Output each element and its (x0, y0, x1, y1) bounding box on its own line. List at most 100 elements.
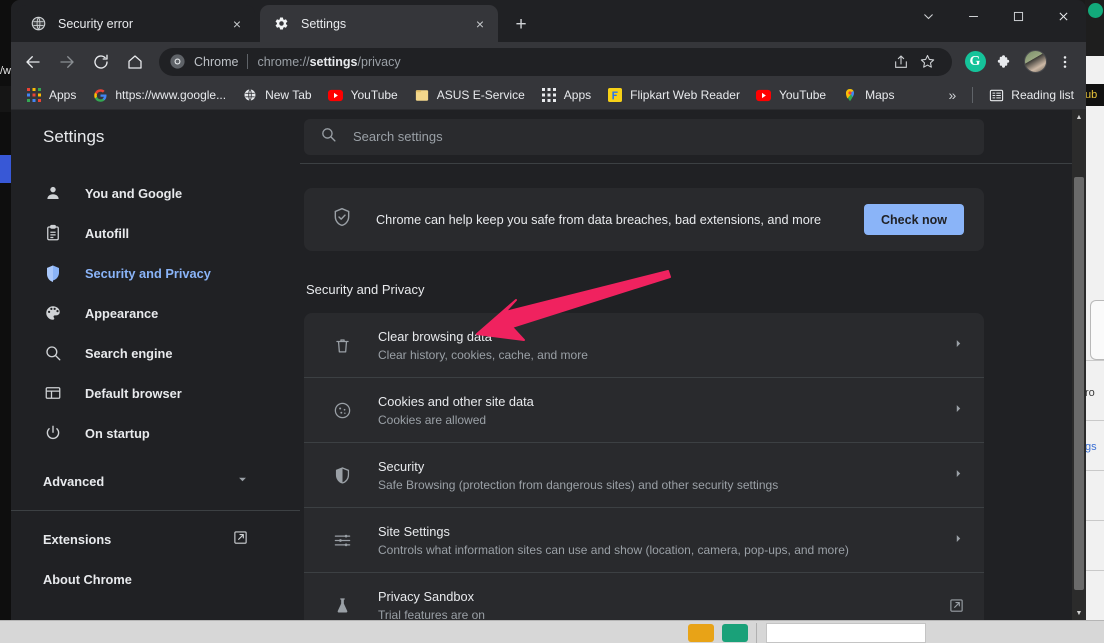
reload-icon[interactable] (85, 46, 117, 78)
sidebar-item-security-and-privacy[interactable]: Security and Privacy (11, 253, 300, 293)
bookmark-youtube-1[interactable]: YouTube (321, 84, 405, 107)
sidebar-item-label: On startup (85, 425, 150, 441)
row-title: Clear browsing data (378, 328, 492, 344)
bookmarks-overflow-button[interactable]: » (941, 87, 965, 103)
forward-arrow-icon[interactable] (51, 46, 83, 78)
chevron-down-icon (237, 474, 248, 488)
sidebar-item-autofill[interactable]: Autofill (11, 213, 300, 253)
scrollbar-thumb[interactable] (1074, 177, 1084, 590)
shield-check-icon (332, 207, 352, 232)
maximize-icon[interactable] (996, 0, 1041, 33)
share-icon[interactable] (888, 49, 914, 75)
sidebar-item-advanced[interactable]: Advanced (11, 461, 300, 501)
tab-security-error[interactable]: Security error × (17, 5, 255, 42)
sidebar-item-label: Extensions (43, 531, 112, 547)
tab-search-chevron-down-icon[interactable] (906, 0, 951, 33)
chrome-logo-icon (169, 53, 186, 70)
minimize-icon[interactable] (951, 0, 996, 33)
youtube-icon (756, 87, 772, 103)
taskbar-divider (756, 623, 757, 643)
grammarly-extension-icon[interactable]: G (960, 47, 990, 77)
settings-search-row: Search settings (300, 110, 1086, 164)
row-privacy-sandbox[interactable]: Privacy Sandbox Trial features are on (304, 573, 984, 620)
bookmark-youtube-2[interactable]: YouTube (749, 84, 833, 107)
home-icon[interactable] (119, 46, 151, 78)
chevron-right-icon[interactable] (953, 533, 964, 547)
chevron-right-icon[interactable] (953, 468, 964, 482)
sidebar-links: Extensions About Chrome (11, 511, 300, 599)
row-security[interactable]: Security Safe Browsing (protection from … (304, 443, 984, 508)
scroll-down-arrow[interactable]: ▼ (1072, 606, 1086, 620)
bookmark-label: Apps (49, 88, 77, 102)
sidebar-item-about-chrome[interactable]: About Chrome (11, 559, 300, 599)
tab-settings[interactable]: Settings × (260, 5, 498, 42)
address-bar[interactable]: Chrome chrome://settings/privacy (159, 47, 952, 76)
bookmark-flipkart-web-reader[interactable]: Flipkart Web Reader (600, 84, 747, 107)
window-controls (906, 0, 1086, 33)
bookmark-maps[interactable]: Maps (835, 84, 901, 107)
page-title: Settings (43, 127, 105, 146)
search-icon (43, 343, 63, 363)
sidebar-item-extensions[interactable]: Extensions (11, 519, 300, 559)
browser-toolbar: Chrome chrome://settings/privacy G (11, 42, 1086, 81)
omnibox-divider (247, 54, 249, 69)
sidebar-item-label: Search engine (85, 345, 173, 361)
browser-window-icon (43, 383, 63, 403)
bookmarks-divider (972, 87, 974, 103)
sidebar-item-on-startup[interactable]: On startup (11, 413, 300, 453)
omnibox-scheme-label: Chrome (194, 54, 239, 69)
sidebar-item-search-engine[interactable]: Search engine (11, 333, 300, 373)
external-link-icon[interactable] (949, 598, 964, 613)
three-dot-menu-icon[interactable] (1050, 47, 1080, 77)
bookmark-label: Apps (563, 88, 592, 102)
taskbar-window-preview[interactable] (766, 623, 926, 643)
star-icon[interactable] (914, 49, 940, 75)
clipboard-icon (43, 223, 63, 243)
bookmark-label: ASUS E-Service (436, 88, 525, 102)
bookmark-new-tab[interactable]: New Tab (235, 84, 318, 107)
background-window-right-bookmark: ub (1085, 84, 1104, 106)
sidebar-item-label: Advanced (43, 473, 105, 489)
shield-icon (43, 263, 63, 283)
chevron-right-icon[interactable] (953, 403, 964, 417)
bookmark-apps[interactable]: Apps (19, 84, 83, 107)
row-subtitle: Safe Browsing (protection from dangerous… (378, 477, 779, 492)
row-cookies-and-other-site-data[interactable]: Cookies and other site data Cookies are … (304, 378, 984, 443)
back-arrow-icon[interactable] (17, 46, 49, 78)
search-input-placeholder: Search settings (353, 129, 443, 144)
new-tab-button[interactable]: + (508, 12, 534, 38)
background-window-right[interactable]: ub ro gs (1085, 0, 1104, 620)
row-text: Site Settings Controls what information … (378, 524, 941, 557)
row-clear-browsing-data[interactable]: Clear browsing data Clear history, cooki… (304, 313, 984, 378)
sidebar-item-you-and-google[interactable]: You and Google (11, 173, 300, 213)
check-now-button[interactable]: Check now (864, 204, 964, 235)
sidebar-item-default-browser[interactable]: Default browser (11, 373, 300, 413)
toolbar-right-actions: G (960, 47, 1080, 77)
taskbar-icon-1[interactable] (688, 624, 714, 642)
bookmark-asus-e-service[interactable]: ASUS E-Service (407, 84, 532, 107)
bookmark-google[interactable]: https://www.google... (85, 84, 233, 107)
page-scrollbar[interactable]: ▲ ▼ (1072, 110, 1086, 620)
row-subtitle: Trial features are on (378, 608, 485, 620)
row-text: Cookies and other site data Cookies are … (378, 394, 941, 427)
close-icon[interactable]: × (471, 15, 489, 33)
search-icon (320, 126, 337, 148)
row-site-settings[interactable]: Site Settings Controls what information … (304, 508, 984, 573)
close-icon[interactable] (1041, 0, 1086, 33)
scroll-up-arrow[interactable]: ▲ (1072, 110, 1086, 124)
maps-pin-icon (842, 87, 858, 103)
taskbar[interactable] (0, 620, 1104, 643)
bookmark-label: YouTube (778, 88, 827, 102)
profile-avatar-image (1023, 50, 1047, 73)
sidebar-item-appearance[interactable]: Appearance (11, 293, 300, 333)
search-input[interactable]: Search settings (304, 118, 984, 155)
close-icon[interactable]: × (228, 15, 246, 33)
puzzle-icon[interactable] (990, 47, 1020, 77)
avatar[interactable] (1020, 47, 1050, 77)
sliders-icon (332, 530, 352, 550)
sidebar-item-label: Appearance (85, 305, 159, 321)
chevron-right-icon[interactable] (953, 338, 964, 352)
bookmark-apps-2[interactable]: Apps (534, 84, 598, 107)
reading-list-button[interactable]: Reading list (981, 84, 1076, 107)
taskbar-icon-2[interactable] (722, 624, 748, 642)
